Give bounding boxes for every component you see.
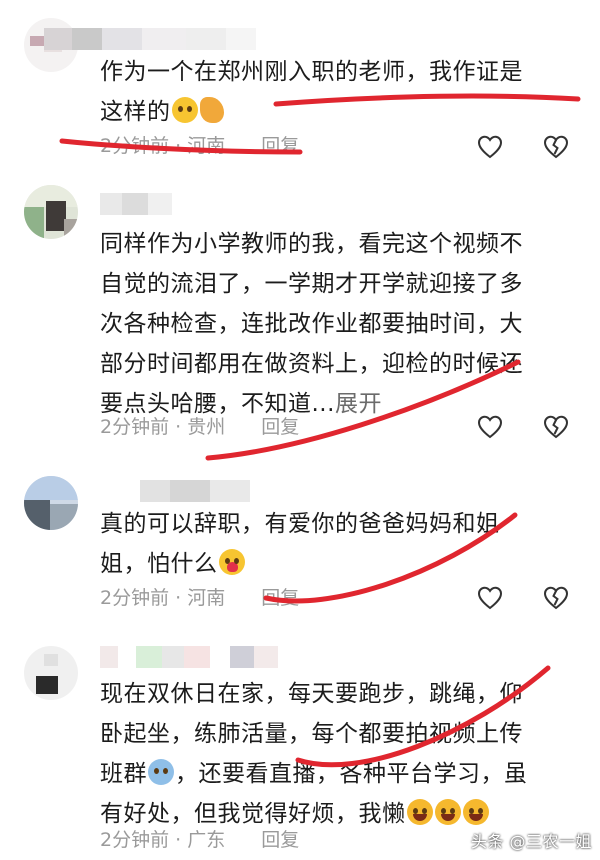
tears-of-joy-icon: [434, 799, 461, 825]
reply-button[interactable]: 回复: [261, 587, 299, 609]
comment-text-line: 部分时间都用在做资料上，迎检的时候还: [100, 351, 523, 377]
username-blurred[interactable]: [100, 646, 278, 668]
smiling-face-with-hearts-icon: [218, 549, 245, 575]
comment-meta: 2分钟前 · 河南 回复: [100, 587, 300, 609]
timestamp: 2分钟前: [100, 587, 170, 609]
username-blurred[interactable]: [100, 193, 172, 215]
comment-text-line: ，还要看直播，各种平台学习，虽: [175, 761, 528, 787]
reply-button[interactable]: 回复: [261, 829, 299, 851]
broken-heart-outline-icon[interactable]: [542, 584, 570, 612]
avatar[interactable]: [24, 185, 78, 239]
comment-2: 同样作为小学教师的我，看完这个视频不 自觉的流泪了，一学期才开学就迎接了多 次各…: [0, 180, 600, 460]
broken-heart-outline-icon[interactable]: [542, 413, 570, 441]
location: 贵州: [187, 416, 226, 438]
timestamp: 2分钟前: [100, 135, 170, 157]
heart-outline-icon[interactable]: [476, 133, 504, 161]
comment-text: 同样作为小学教师的我，看完这个视频不 自觉的流泪了，一学期才开学就迎接了多 次各…: [100, 224, 570, 424]
comment-text-line: 有好处，但我觉得好烦，我懒: [100, 801, 406, 827]
face-holding-back-tears-icon: [171, 97, 198, 123]
comment-4: 现在双休日在家，每天要跑步，跳绳，仰 卧起坐，练肺活量，每个都要拍视频上传 班群…: [0, 640, 600, 860]
comment-3: 真的可以辞职，有爱你的爸爸妈妈和姐 姐，怕什么 2分钟前 · 河南 回复: [0, 470, 600, 620]
location: 河南: [187, 587, 226, 609]
username-blurred[interactable]: [44, 28, 256, 50]
watermark: 头条 @三农一姐: [470, 832, 592, 851]
broken-heart-outline-icon[interactable]: [542, 133, 570, 161]
comment-meta: 2分钟前 · 贵州 回复: [100, 416, 300, 438]
comment-text-line: 现在双休日在家，每天要跑步，跳绳，仰: [100, 681, 523, 707]
comment-1: 作为一个在郑州刚入职的老师，我作证是 这样的 2分钟前 · 河南 回复: [0, 0, 600, 170]
comment-text: 真的可以辞职，有爱你的爸爸妈妈和姐 姐，怕什么: [100, 504, 570, 584]
comment-text-line: 自觉的流泪了，一学期才开学就迎接了多: [100, 271, 523, 297]
comment-text-line: 次各种检查，连批改作业都要抽时间，大: [100, 311, 523, 337]
comment-text-line: 这样的: [100, 99, 171, 125]
comment-text: 现在双休日在家，每天要跑步，跳绳，仰 卧起坐，练肺活量，每个都要拍视频上传 班群…: [100, 674, 570, 834]
comment-text: 作为一个在郑州刚入职的老师，我作证是 这样的: [100, 52, 570, 132]
location: 广东: [187, 829, 226, 851]
comment-text-line: 姐，怕什么: [100, 551, 218, 577]
reply-button[interactable]: 回复: [261, 416, 299, 438]
username-blurred[interactable]: [140, 480, 250, 502]
location: 河南: [187, 135, 226, 157]
tears-of-joy-icon: [462, 799, 489, 825]
avatar[interactable]: [24, 476, 78, 530]
reply-button[interactable]: 回复: [261, 135, 299, 157]
timestamp: 2分钟前: [100, 416, 170, 438]
avatar[interactable]: [24, 646, 78, 700]
comment-meta: 2分钟前 · 河南 回复: [100, 135, 300, 157]
heart-outline-icon[interactable]: [476, 584, 504, 612]
heart-outline-icon[interactable]: [476, 413, 504, 441]
timestamp: 2分钟前: [100, 829, 170, 851]
tears-of-joy-icon: [406, 799, 433, 825]
comment-text-line: 真的可以辞职，有爱你的爸爸妈妈和姐: [100, 511, 500, 537]
pointing-hand-icon: [199, 97, 224, 123]
anxious-face-with-sweat-icon: [148, 759, 174, 785]
comment-text-line: 卧起坐，练肺活量，每个都要拍视频上传: [100, 721, 523, 747]
comment-text-line: 同样作为小学教师的我，看完这个视频不: [100, 231, 523, 257]
comment-text-line: 班群: [100, 761, 147, 787]
comment-meta: 2分钟前 · 广东 回复: [100, 829, 300, 851]
expand-link[interactable]: 展开: [335, 391, 382, 417]
comment-text-line: 作为一个在郑州刚入职的老师，我作证是: [100, 59, 523, 85]
